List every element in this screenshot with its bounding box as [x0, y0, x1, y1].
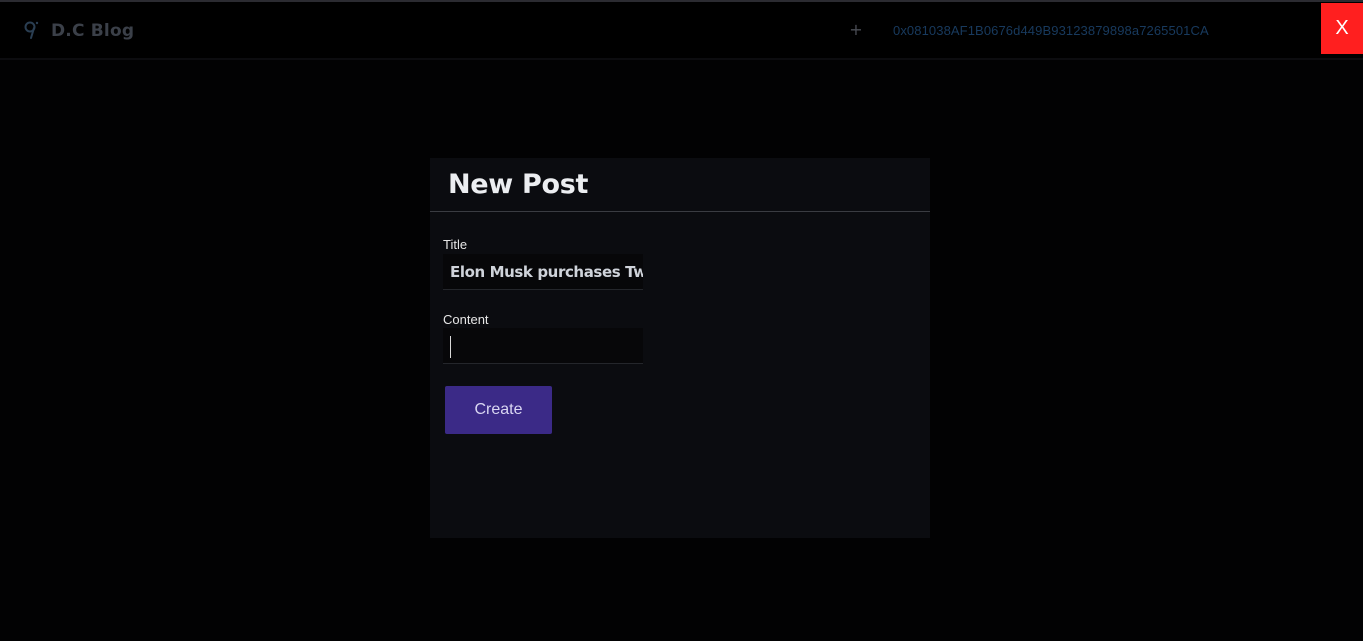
content-input[interactable] [443, 328, 643, 364]
close-button[interactable]: X [1321, 3, 1363, 54]
text-cursor [450, 336, 451, 358]
title-input[interactable]: Elon Musk purchases Twitter [443, 254, 643, 290]
title-label: Title [443, 237, 468, 252]
create-button[interactable]: Create [445, 386, 552, 434]
wallet-address[interactable]: 0x081038AF1B0676d449B93123879898a7265501… [893, 23, 1209, 38]
brand-logo[interactable]: D.C Blog [23, 18, 134, 44]
title-input-value: Elon Musk purchases Twitter [450, 263, 643, 281]
brand-name: D.C Blog [51, 21, 135, 41]
modal-header: New Post [430, 158, 930, 212]
blog-logo-icon [23, 20, 41, 42]
navbar: D.C Blog + 0x081038AF1B0676d449B93123879… [0, 2, 1363, 60]
modal-title: New Post [448, 169, 589, 200]
new-post-modal: New Post Title Elon Musk purchases Twitt… [430, 158, 930, 538]
add-post-button[interactable]: + [849, 20, 863, 39]
content-label: Content [443, 312, 489, 327]
